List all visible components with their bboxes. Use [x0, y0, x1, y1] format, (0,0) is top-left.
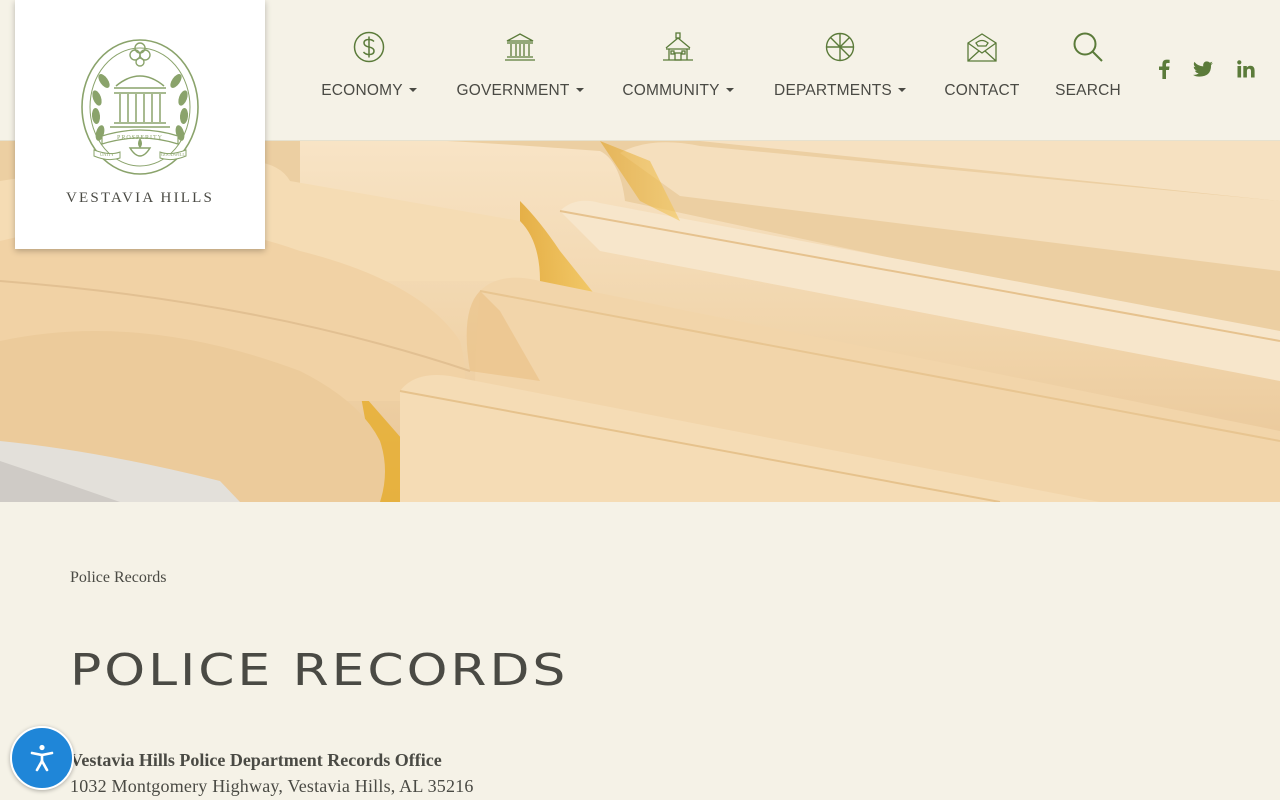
- linkedin-link[interactable]: [1233, 56, 1259, 82]
- seal-ribbon-right: GOODWILL: [161, 152, 185, 157]
- nav-label-departments: DEPARTMENTS: [774, 82, 892, 99]
- facebook-link[interactable]: [1151, 56, 1177, 82]
- office-name: Vestavia Hills Police Department Records…: [70, 750, 442, 770]
- chevron-down-icon: [575, 87, 584, 92]
- city-seal-icon: PROSPERITY UNITY GOODWILL: [81, 39, 199, 175]
- nav-item-government[interactable]: GOVERNMENT: [438, 0, 602, 141]
- nav-item-community[interactable]: COMMUNITY: [602, 0, 754, 141]
- office-address: 1032 Montgomery Highway, Vestavia Hills,…: [70, 776, 474, 796]
- nav-item-contact[interactable]: CONTACT: [926, 0, 1038, 141]
- site-name: VESTAVIA HILLS: [65, 190, 215, 206]
- accessibility-person-icon: [30, 744, 54, 772]
- community-house-icon: [661, 30, 695, 64]
- nav-label-community: COMMUNITY: [622, 82, 720, 99]
- nav-item-departments[interactable]: DEPARTMENTS: [754, 0, 926, 141]
- twitter-icon: [1193, 60, 1213, 77]
- nav-label-economy: ECONOMY: [321, 82, 403, 99]
- departments-wheel-icon: [823, 30, 857, 64]
- chevron-down-icon: [897, 87, 906, 92]
- seal-ribbon-left: UNITY: [100, 152, 115, 157]
- breadcrumb: Police Records: [70, 569, 167, 586]
- nav-label-government: GOVERNMENT: [456, 82, 570, 99]
- chevron-down-icon: [408, 87, 417, 92]
- chevron-down-icon: [725, 87, 734, 92]
- search-icon: [1071, 30, 1105, 64]
- nav-label-contact: CONTACT: [944, 82, 1020, 99]
- site-header: PROSPERITY UNITY GOODWILL VESTAVIA HILLS…: [0, 0, 1280, 249]
- nav-item-search[interactable]: SEARCH: [1038, 0, 1138, 141]
- site-logo-link[interactable]: PROSPERITY UNITY GOODWILL VESTAVIA HILLS: [15, 0, 265, 249]
- page-title: POLICE RECORDS: [70, 645, 569, 696]
- facebook-icon: [1159, 59, 1170, 79]
- dollar-icon: [352, 30, 386, 64]
- accessibility-button[interactable]: [10, 726, 74, 790]
- twitter-link[interactable]: [1190, 56, 1216, 82]
- nav-label-search: SEARCH: [1055, 82, 1121, 99]
- linkedin-icon: [1237, 60, 1255, 78]
- phone-envelope-icon: [965, 30, 999, 64]
- main-navigation: ECONOMY GOVERNMENT COMMUNITY DEPARTMENTS…: [300, 0, 1138, 141]
- nav-item-economy[interactable]: ECONOMY: [300, 0, 438, 141]
- government-building-icon: [503, 30, 537, 64]
